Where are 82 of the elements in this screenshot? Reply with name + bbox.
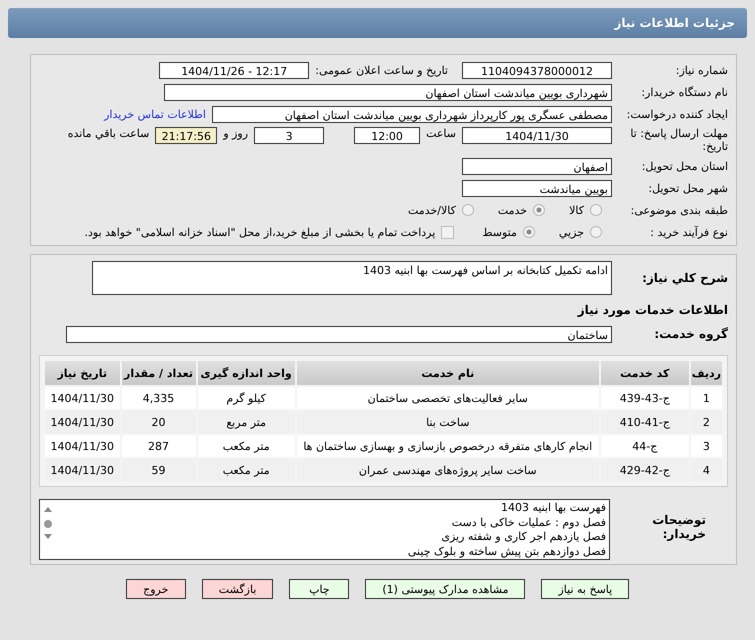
need-number-field[interactable]: 1104094378000012 xyxy=(462,62,612,78)
notes-line: فصل یازدهم اجر کاری و شفته ریزی xyxy=(440,530,606,544)
column-header: تعداد / مقدار xyxy=(122,361,196,385)
table-cell: 1 xyxy=(690,387,722,409)
service-group-field[interactable]: ساختمان xyxy=(66,326,612,342)
checkbox-label: پرداخت تمام یا بخشی از مبلغ خرید،از محل "اسناد خزانه اسلامی" خواهد بود. xyxy=(84,226,436,238)
table-cell: متر مربع xyxy=(198,411,295,433)
notes-line: فهرست بها ابنیه 1403 xyxy=(500,501,606,516)
city-field[interactable]: بویین میاندشت xyxy=(462,180,612,196)
description-field[interactable]: ادامه تکمیل کتابخانه بر اساس فهرست بها ابنیه 1403 xyxy=(92,261,612,295)
page-title: جزئیات اطلاعات نیاز xyxy=(614,16,735,30)
radio-label: کالا/خدمت xyxy=(408,204,456,216)
action-button[interactable]: پاسخ به نیاز xyxy=(541,579,630,599)
column-header: ردیف xyxy=(690,361,722,385)
radio-label: جزیي xyxy=(558,226,584,238)
action-button[interactable]: خروج xyxy=(126,579,186,599)
radio-button[interactable] xyxy=(590,226,602,238)
remaining-label: ساعت باقي مانده xyxy=(68,127,150,140)
notes-line: فصل دوم : عملیات خاکی با دست xyxy=(450,516,606,530)
buyer-field[interactable]: شهرداری بویین میاندشت استان اصفهان xyxy=(164,84,612,100)
table-cell: 1404/11/30 xyxy=(45,411,120,433)
field-label: طبقه بندی موضوعی: xyxy=(630,204,728,216)
days-label: روز و xyxy=(223,127,248,140)
table-cell: ساخت سایر پروژه‌های مهندسی عمران xyxy=(296,459,599,481)
radio-label: خدمت xyxy=(498,204,528,216)
radio-label: کالا xyxy=(569,204,584,216)
creator-field[interactable]: مصطفی عسگری پور کارپرداز شهرداری بویین میاندشت استان اصفهان xyxy=(212,106,612,122)
announce-date-field[interactable]: 1404/11/26 - 12:17 xyxy=(159,62,310,78)
column-header: کد خدمت xyxy=(600,361,689,385)
table-cell: کیلو گرم xyxy=(198,387,295,409)
section-heading: اطلاعات خدمات مورد نیاز xyxy=(578,303,728,317)
field-label: توضیحات خریدار: xyxy=(651,513,706,541)
table-cell: ج-43-439 xyxy=(600,387,689,409)
radio-label: متوسط xyxy=(482,226,517,238)
table-cell: 4,335 xyxy=(122,387,196,409)
deadline-time-field[interactable]: 12:00 xyxy=(354,127,420,144)
table-cell: 287 xyxy=(122,435,196,457)
field-label: گروه خدمت: xyxy=(653,327,728,341)
table-cell: متر مکعب xyxy=(198,435,295,457)
column-header: تاریخ نیاز xyxy=(45,361,120,385)
checkbox[interactable] xyxy=(441,226,454,238)
field-label: تاریخ و ساعت اعلان عمومی: xyxy=(315,64,448,76)
remaining-time-field: 21:17:56 xyxy=(155,127,218,144)
table-cell: 1404/11/30 xyxy=(45,387,120,409)
radio-button[interactable] xyxy=(462,204,474,216)
table-cell: 2 xyxy=(690,411,722,433)
field-label: نام دستگاه خریدار: xyxy=(640,86,728,98)
table-cell: 4 xyxy=(690,459,722,481)
time-label: ساعت xyxy=(426,127,456,140)
deadline-date-field[interactable]: 1404/11/30 xyxy=(462,127,612,144)
column-header: واحد اندازه گیری xyxy=(198,361,295,385)
table-cell: ج-44 xyxy=(600,435,689,457)
action-button[interactable]: مشاهده مدارک پیوستی (1) xyxy=(365,579,526,599)
days-field[interactable]: 3 xyxy=(254,127,324,144)
radio-button[interactable] xyxy=(522,226,535,238)
field-label: استان محل تحویل: xyxy=(640,160,728,172)
action-button[interactable]: چاپ xyxy=(289,579,350,599)
table-cell: ج-41-410 xyxy=(600,411,689,433)
table-cell: متر مکعب xyxy=(198,459,295,481)
action-button[interactable]: بازگشت xyxy=(202,579,274,599)
field-label: شماره نیاز: xyxy=(674,64,728,76)
notes-field[interactable]: فهرست بها ابنیه 1403 فصل دوم : عملیات خاکی با دست فصل یازدهم اجر کاری و شفته ریزی فصل دوازدهم بتن پیش ساخته و بلوک چینی xyxy=(39,499,610,560)
table-cell: 3 xyxy=(690,435,722,457)
radio-button[interactable] xyxy=(590,204,602,216)
province-field[interactable]: اصفهان xyxy=(462,158,612,174)
field-label: شهر محل تحویل: xyxy=(647,182,728,194)
table-cell: ساخت بنا xyxy=(296,411,599,433)
field-label: ایجاد کننده درخواست: xyxy=(626,108,728,120)
field-label: مهلت ارسال پاسخ: تا تاریخ: xyxy=(629,127,728,153)
radio-button[interactable] xyxy=(533,204,546,216)
buyer-contact-link[interactable]: اطلاعات تماس خریدار xyxy=(104,108,206,120)
field-label: شرح کلي نیاز: xyxy=(641,271,728,285)
table-cell: 1404/11/30 xyxy=(45,435,120,457)
table-cell: 1404/11/30 xyxy=(45,459,120,481)
notes-line: فصل دوازدهم بتن پیش ساخته و بلوک چینی xyxy=(406,544,606,559)
table-cell: انجام کارهای متفرقه درخصوص بازسازی و بهسازی ساختمان ها xyxy=(296,435,599,457)
column-header: نام خدمت xyxy=(296,361,599,385)
table-cell: 20 xyxy=(122,411,196,433)
table-cell: ج-42-429 xyxy=(600,459,689,481)
table-cell: سایر فعالیت‌های تخصصی ساختمان xyxy=(296,387,599,409)
field-label: نوع فرآیند خرید : xyxy=(649,226,728,238)
table-cell: 59 xyxy=(122,459,196,481)
